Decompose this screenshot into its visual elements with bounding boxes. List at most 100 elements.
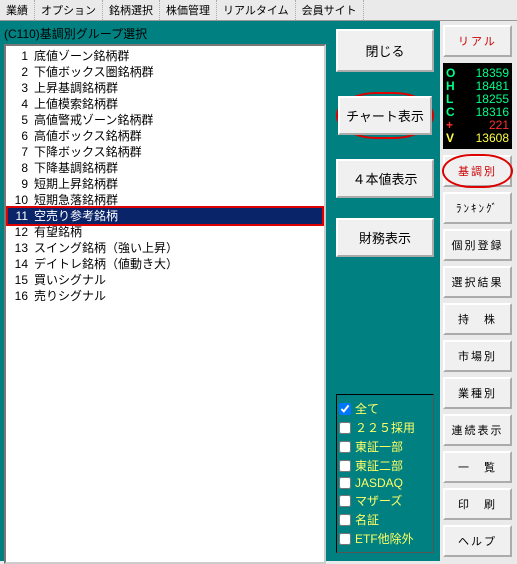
list-item[interactable]: 6高値ボックス銘柄群 [8,128,322,144]
list-item[interactable]: 13スイング銘柄（強い上昇） [8,240,322,256]
list-item[interactable]: 11空売り参考銘柄 [8,208,322,224]
list-item-label: 下値ボックス圏銘柄群 [34,64,154,80]
list-item[interactable]: 1底値ゾーン銘柄群 [8,48,322,64]
close-button[interactable]: 閉じる [336,29,434,72]
chart-display-button[interactable]: チャート表示 [338,96,432,135]
filter-label: 全て [355,400,379,417]
list-item-label: デイトレ銘柄（値動き大） [34,256,178,272]
list-item-number: 14 [10,256,34,272]
finance-button[interactable]: 財務表示 [336,218,434,257]
quote-value: 13608 [476,132,509,145]
filter-checkbox[interactable] [339,441,351,453]
list-item-number: 10 [10,192,34,208]
action-panel: 閉じる チャート表示 ４本値表示 財務表示 全て ２２５採用東証一部東証二部 JAS… [330,21,440,561]
list-item[interactable]: 10短期急落銘柄群 [8,192,322,208]
list-item-number: 12 [10,224,34,240]
filter-checkbox-row[interactable]: 全て [339,399,431,418]
list-item-number: 8 [10,160,34,176]
side-button[interactable]: 持 株 [443,303,512,335]
real-button[interactable]: リアル [443,25,512,57]
menu-item[interactable]: 銘柄選択 [103,0,160,20]
list-item[interactable]: 7下降ボックス銘柄群 [8,144,322,160]
list-item[interactable]: 14デイトレ銘柄（値動き大） [8,256,322,272]
menu-item[interactable]: 業績 [0,0,35,20]
side-button-stack: 基調別 ﾗﾝｷﾝｸﾞ 個別登録選択結果持 株市場別業種別連続表示一 覧印 刷ヘルプ [443,155,512,557]
filter-checkbox[interactable] [339,460,351,472]
list-item[interactable]: 5高値警戒ゾーン銘柄群 [8,112,322,128]
list-item[interactable]: 3上昇基調銘柄群 [8,80,322,96]
list-item-number: 9 [10,176,34,192]
list-item-label: 短期上昇銘柄群 [34,176,118,192]
side-button[interactable]: 業種別 [443,377,512,409]
filter-checkbox-row[interactable]: 東証二部 [339,456,431,475]
filter-checkbox-row[interactable]: ２２５採用 [339,418,431,437]
list-item-number: 2 [10,64,34,80]
list-item-number: 4 [10,96,34,112]
side-button[interactable]: ヘルプ [443,525,512,557]
side-button[interactable]: 市場別 [443,340,512,372]
list-item-number: 5 [10,112,34,128]
side-button[interactable]: 個別登録 [443,229,512,261]
menu-item[interactable]: 株価管理 [160,0,217,20]
menu-item[interactable]: リアルタイム [217,0,296,20]
side-button[interactable]: ﾗﾝｷﾝｸﾞ [443,192,512,224]
list-item-label: 有望銘柄 [34,224,82,240]
list-item-number: 3 [10,80,34,96]
list-item-label: 下降ボックス銘柄群 [34,144,142,160]
list-item-number: 6 [10,128,34,144]
list-item-number: 7 [10,144,34,160]
side-button[interactable]: 基調別 [443,155,512,187]
filter-checkbox-row[interactable]: ETF他除外 [339,529,431,548]
filter-checkbox-row[interactable]: JASDAQ [339,475,431,491]
list-item[interactable]: 2下値ボックス圏銘柄群 [8,64,322,80]
filter-label: マザーズ [355,492,402,509]
list-item-label: スイング銘柄（強い上昇） [34,240,178,256]
list-item[interactable]: 16売りシグナル [8,288,322,304]
filter-checkbox[interactable] [339,533,351,545]
list-item[interactable]: 12有望銘柄 [8,224,322,240]
list-item-label: 上値模索銘柄群 [34,96,118,112]
list-item[interactable]: 15買いシグナル [8,272,322,288]
list-item-label: 売りシグナル [34,288,106,304]
top-menu: 業績オプション銘柄選択株価管理リアルタイム会員サイト [0,0,517,21]
side-button[interactable]: 選択結果 [443,266,512,298]
menu-item[interactable]: 会員サイト [296,0,364,20]
side-button[interactable]: 印 刷 [443,488,512,520]
filter-label: ２２５採用 [355,419,415,436]
chart-button-highlight: チャート表示 [336,92,434,139]
market-filter-group: 全て ２２５採用東証一部東証二部 JASDAQ マザーズ名証 ETF他除外 [336,394,434,553]
list-panel: (C110)基調別グループ選択 1底値ゾーン銘柄群2下値ボックス圏銘柄群3上昇基… [0,21,330,561]
list-item-label: 買いシグナル [34,272,106,288]
side-button[interactable]: 一 覧 [443,451,512,483]
filter-checkbox[interactable] [339,477,351,489]
quote-row: V 13608 [446,132,509,145]
filter-label: JASDAQ [355,476,403,490]
filter-label: 名証 [355,511,379,528]
four-value-button[interactable]: ４本値表示 [336,159,434,198]
list-item[interactable]: 9短期上昇銘柄群 [8,176,322,192]
window-title: (C110)基調別グループ選択 [4,25,326,42]
menu-item[interactable]: オプション [35,0,103,20]
list-item[interactable]: 4上値模索銘柄群 [8,96,322,112]
filter-checkbox-row[interactable]: 名証 [339,510,431,529]
list-item-label: 上昇基調銘柄群 [34,80,118,96]
filter-label: ETF他除外 [355,530,414,547]
filter-checkbox-row[interactable]: 東証一部 [339,437,431,456]
quote-key: V [446,132,454,145]
side-button[interactable]: 連続表示 [443,414,512,446]
list-item-number: 11 [10,208,34,224]
filter-checkbox[interactable] [339,422,351,434]
filter-label: 東証二部 [355,457,403,474]
filter-checkbox[interactable] [339,403,351,415]
list-item-number: 16 [10,288,34,304]
list-item[interactable]: 8下降基調銘柄群 [8,160,322,176]
list-item-label: 底値ゾーン銘柄群 [34,48,129,64]
list-item-number: 13 [10,240,34,256]
list-item-number: 1 [10,48,34,64]
filter-checkbox-row[interactable]: マザーズ [339,491,431,510]
list-item-label: 空売り参考銘柄 [34,208,118,224]
side-toolbar: リアル O18359H18481L18255C18316+221V13608 基… [440,21,515,561]
filter-checkbox[interactable] [339,514,351,526]
filter-checkbox[interactable] [339,495,351,507]
group-listbox[interactable]: 1底値ゾーン銘柄群2下値ボックス圏銘柄群3上昇基調銘柄群4上値模索銘柄群5高値警… [4,44,326,564]
